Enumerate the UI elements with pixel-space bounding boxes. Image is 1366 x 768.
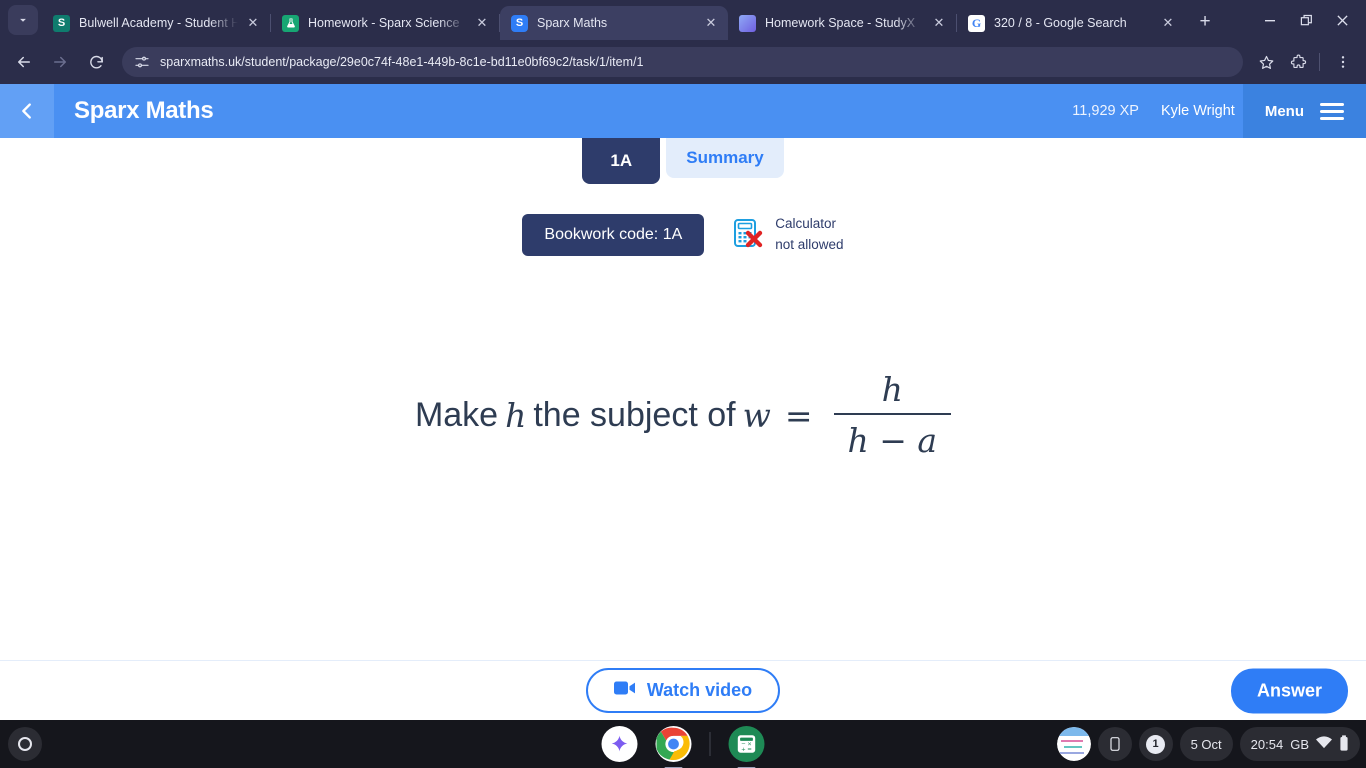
question-middle-text: the subject of [533, 395, 736, 434]
date-pod[interactable]: 5 Oct [1179, 727, 1233, 761]
flask-icon [282, 14, 299, 32]
bookwork-code-badge: Bookwork code: 1A [522, 214, 705, 256]
tab-title: Homework Space - StudyX [765, 16, 916, 30]
task-meta-row: Bookwork code: 1A Calculator not allowed [0, 214, 1366, 256]
task-body: 1A Summary Bookwork code: 1A Calculator … [0, 138, 1366, 720]
launcher-circle-icon[interactable] [8, 727, 42, 761]
restore-icon[interactable] [1288, 3, 1324, 37]
menu-label: Menu [1264, 102, 1304, 120]
system-tray: 1 5 Oct 20:54 GB [1056, 727, 1360, 761]
phone-hub-icon[interactable] [1097, 727, 1132, 761]
shelf-divider [709, 732, 711, 756]
browser-tab[interactable]: Homework - Sparx Science ✕ [271, 6, 499, 40]
question-area: Make h the subject of w = h h − a [0, 370, 1366, 460]
browser-toolbar: sparxmaths.uk/student/package/29e0c74f-4… [0, 40, 1366, 84]
three-dot-menu-icon[interactable] [1328, 47, 1358, 77]
watch-video-label: Watch video [646, 680, 753, 700]
sparx-maths-icon: S [511, 14, 528, 32]
window-preview-thumbnail[interactable] [1056, 727, 1091, 761]
tab-1a[interactable]: 1A [582, 138, 661, 184]
tab-strip: S Bulwell Academy - Student Ho ✕ Homewor… [0, 0, 1366, 40]
xp-counter: 11,929 XP [1072, 103, 1139, 119]
calculator-app-icon[interactable]: − × + = [728, 726, 765, 768]
close-icon[interactable] [1324, 3, 1360, 37]
tab-close-button[interactable]: ✕ [702, 14, 720, 32]
back-arrow-icon[interactable] [8, 46, 40, 78]
answer-button[interactable]: Answer [1230, 668, 1348, 713]
page-title: Sparx Maths [74, 97, 214, 124]
battery-icon [1339, 734, 1349, 754]
app-header: Sparx Maths 11,929 XP Kyle Wright Menu [0, 84, 1366, 138]
browser-window: S Bulwell Academy - Student Ho ✕ Homewor… [0, 0, 1366, 720]
minimize-icon[interactable] [1252, 3, 1288, 37]
user-name: Kyle Wright [1160, 103, 1235, 119]
sharepoint-icon: S [53, 14, 70, 32]
tab-close-button[interactable]: ✕ [473, 14, 491, 32]
tab-close-button[interactable]: ✕ [930, 14, 948, 32]
studyx-icon [739, 14, 756, 32]
calculator-line2: not allowed [775, 237, 844, 252]
url-text: sparxmaths.uk/student/package/29e0c74f-4… [160, 55, 644, 69]
question-equation: Make h the subject of w = h h − a [414, 370, 952, 460]
window-controls [1252, 0, 1366, 40]
svg-text:=: = [747, 747, 752, 753]
task-footer: Watch video Answer [0, 660, 1366, 720]
notification-counter[interactable]: 1 [1138, 727, 1173, 761]
browser-tab[interactable]: S Bulwell Academy - Student Ho ✕ [42, 6, 270, 40]
tab-summary[interactable]: Summary [666, 138, 784, 178]
tab-close-button[interactable]: ✕ [244, 14, 262, 32]
tab-title: Sparx Maths [537, 16, 608, 30]
app-back-button[interactable] [0, 84, 54, 138]
equation-equals-sign: = [784, 395, 813, 435]
menu-button[interactable]: Menu [1242, 84, 1366, 138]
fraction-numerator: h [881, 370, 903, 409]
browser-tab[interactable]: Homework Space - StudyX ✕ [728, 6, 956, 40]
watch-video-button[interactable]: Watch video [585, 668, 781, 713]
page-content: Sparx Maths 11,929 XP Kyle Wright Menu 1… [0, 84, 1366, 720]
wifi-icon [1316, 736, 1332, 752]
notification-count: 1 [1146, 734, 1166, 754]
calculator-text: Calculator not allowed [775, 214, 843, 256]
shelf-app-list: − × + = [601, 726, 765, 768]
reload-icon[interactable] [80, 46, 112, 78]
input-locale: GB [1290, 736, 1309, 752]
tab-search-button[interactable] [8, 5, 38, 35]
clock-time: 20:54 [1250, 736, 1284, 752]
calculator-status: Calculator not allowed [732, 214, 844, 256]
system-shelf: − × + = 1 5 Oct 20:54 GB [0, 720, 1366, 768]
equation-fraction: h h − a [833, 370, 952, 460]
header-right: 11,929 XP Kyle Wright Menu [1072, 84, 1366, 138]
browser-tab-active[interactable]: S Sparx Maths ✕ [500, 6, 728, 40]
fraction-denominator: h − a [847, 421, 938, 460]
question-prefix: Make [414, 395, 499, 434]
gemini-app-icon[interactable] [601, 726, 638, 762]
task-tabs: 1A Summary [0, 138, 1366, 184]
question-subject-variable: h [505, 395, 527, 435]
new-tab-button[interactable]: + [1191, 8, 1219, 36]
chevron-left-icon [22, 103, 31, 119]
google-icon: G [968, 14, 985, 32]
star-icon[interactable] [1251, 47, 1281, 77]
puzzle-piece-icon[interactable] [1283, 47, 1313, 77]
tab-title: 320 / 8 - Google Search [994, 16, 1127, 30]
tab-title: Bulwell Academy - Student Ho [79, 16, 238, 30]
calculator-not-allowed-icon [732, 217, 764, 254]
tab-close-button[interactable]: ✕ [1159, 14, 1177, 32]
chevron-down-icon [20, 18, 26, 22]
calculator-line1: Calculator [775, 216, 837, 232]
tab-title: Homework - Sparx Science [308, 16, 460, 30]
forward-arrow-icon[interactable] [44, 46, 76, 78]
video-camera-icon [613, 680, 636, 701]
svg-text:+: + [741, 747, 746, 753]
site-settings-icon[interactable] [134, 54, 150, 70]
chrome-app-icon[interactable] [655, 726, 692, 768]
toolbar-divider [1319, 53, 1320, 71]
status-area-pod[interactable]: 20:54 GB [1239, 727, 1360, 761]
browser-tab[interactable]: G 320 / 8 - Google Search ✕ [957, 6, 1185, 40]
hamburger-icon [1320, 102, 1344, 120]
equation-lhs: w [742, 395, 771, 435]
address-bar[interactable]: sparxmaths.uk/student/package/29e0c74f-4… [122, 47, 1243, 77]
